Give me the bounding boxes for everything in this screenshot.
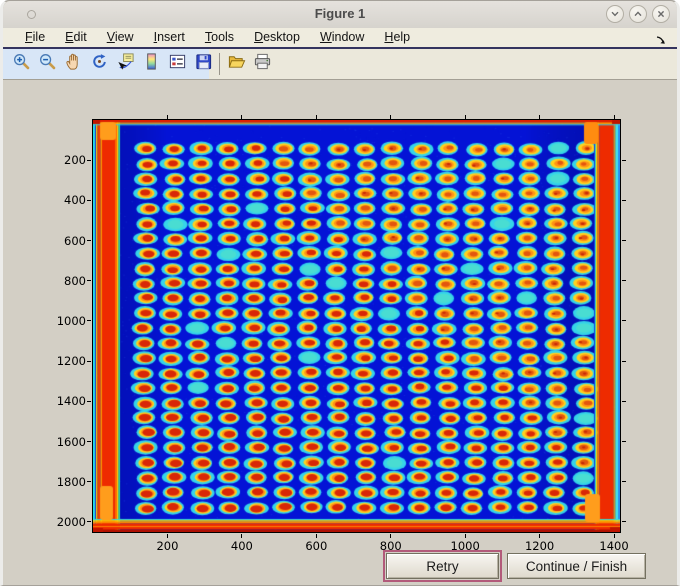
x-tick-mark (241, 534, 243, 538)
y-tick-mark-right (622, 280, 626, 282)
data-cursor-icon (116, 52, 135, 76)
y-tick-mark (87, 199, 91, 201)
y-tick-mark (87, 280, 91, 282)
menu-item-desktop[interactable]: Desktop (244, 29, 310, 46)
x-tick-label: 600 (305, 539, 328, 553)
x-tick-label: 200 (156, 539, 179, 553)
x-tick-label: 400 (230, 539, 253, 553)
y-tick-mark-right (622, 199, 626, 201)
colorbar-icon (142, 52, 161, 76)
x-tick-mark-top (539, 115, 541, 119)
y-tick-label: 400 (64, 193, 86, 208)
save-figure-button[interactable] (190, 52, 216, 76)
x-tick-label: 1000 (450, 539, 480, 553)
zoom-in-icon (12, 52, 31, 76)
y-tick-mark (87, 521, 91, 523)
y-tick-mark (87, 360, 91, 362)
y-tick-mark-right (622, 441, 626, 443)
x-tick-mark (315, 534, 317, 538)
zoom-in-button[interactable] (8, 52, 34, 76)
y-tick-mark-right (622, 521, 626, 523)
y-tick-mark-right (622, 360, 626, 362)
maximize-button[interactable] (629, 5, 647, 23)
rotate-3d-button[interactable] (86, 52, 112, 76)
x-tick-mark (464, 534, 466, 538)
zoom-out-button[interactable] (34, 52, 60, 76)
y-tick-mark (87, 400, 91, 402)
x-tick-mark-top (613, 115, 615, 119)
window-controls (606, 5, 670, 23)
chevron-down-icon (611, 11, 619, 17)
pan-button[interactable] (60, 52, 86, 76)
y-tick-label: 800 (64, 273, 86, 288)
close-button[interactable] (652, 5, 670, 23)
x-tick-label: 800 (379, 539, 402, 553)
print-figure-icon (253, 52, 272, 76)
data-cursor-button[interactable] (112, 52, 138, 76)
continue-finish-button[interactable]: Continue / Finish (507, 553, 646, 579)
x-tick-mark-top (464, 115, 466, 119)
toolbar-separator (219, 53, 220, 75)
minimize-button[interactable] (606, 5, 624, 23)
x-tick-mark-top (241, 115, 243, 119)
y-tick-label: 1200 (56, 354, 86, 369)
retry-button[interactable]: Retry (383, 550, 502, 582)
window-title: Figure 1 (314, 6, 366, 21)
y-tick-label: 600 (64, 233, 86, 248)
rotate-3d-icon (90, 52, 109, 76)
menu-item-view[interactable]: View (97, 29, 144, 46)
save-figure-icon (194, 52, 213, 76)
y-tick-mark-right (622, 240, 626, 242)
menu-item-file[interactable]: File (15, 29, 55, 46)
toolbar-buttons (8, 52, 275, 76)
y-tick-mark-right (622, 481, 626, 483)
y-tick-mark (87, 441, 91, 443)
y-tick-label: 200 (64, 153, 86, 168)
figure-canvas (3, 80, 677, 585)
menu-item-help[interactable]: Help (374, 29, 420, 46)
figure-window: Figure 1 File Edit View Insert Tools Desktop W… (0, 0, 680, 586)
y-tick-label: 1400 (56, 394, 86, 409)
titlebar[interactable]: Figure 1 (3, 1, 677, 28)
pan-icon (64, 52, 83, 76)
menu-item-tools[interactable]: Tools (195, 29, 244, 46)
microarray-image[interactable] (93, 120, 620, 532)
x-tick-mark-top (315, 115, 317, 119)
zoom-out-icon (38, 52, 57, 76)
x-tick-label: 1200 (524, 539, 555, 553)
x-tick-mark-top (166, 115, 168, 119)
insert-legend-button[interactable] (164, 52, 190, 76)
insert-legend-icon (168, 52, 187, 76)
menubar: File Edit View Insert Tools Desktop Window Help (3, 28, 677, 49)
y-tick-mark-right (622, 400, 626, 402)
y-tick-mark-right (622, 159, 626, 161)
y-tick-mark-right (622, 320, 626, 322)
chevron-up-icon (634, 11, 642, 17)
x-tick-mark (166, 534, 168, 538)
plot-axes[interactable] (92, 119, 621, 533)
x-tick-mark-top (390, 115, 392, 119)
x-tick-mark (613, 534, 615, 538)
close-icon (657, 10, 665, 18)
y-tick-label: 1600 (56, 434, 86, 449)
menu-item-edit[interactable]: Edit (55, 29, 97, 46)
print-figure-button[interactable] (249, 52, 275, 76)
menu-item-insert[interactable]: Insert (144, 29, 195, 46)
open-file-button[interactable] (223, 52, 249, 76)
menu-item-window[interactable]: Window (310, 29, 374, 46)
dock-figure-arrow-icon[interactable] (655, 33, 667, 45)
y-tick-mark (87, 240, 91, 242)
y-tick-label: 1800 (56, 474, 86, 489)
y-tick-label: 1000 (56, 313, 86, 328)
x-tick-mark (390, 534, 392, 538)
y-tick-label: 2000 (56, 514, 86, 529)
x-tick-label: 1400 (599, 539, 629, 553)
colorbar-button[interactable] (138, 52, 164, 76)
x-tick-mark (539, 534, 541, 538)
toolbar (3, 49, 677, 80)
y-tick-mark (87, 159, 91, 161)
y-tick-mark (87, 320, 91, 322)
y-tick-mark (87, 481, 91, 483)
open-file-icon (227, 52, 246, 76)
